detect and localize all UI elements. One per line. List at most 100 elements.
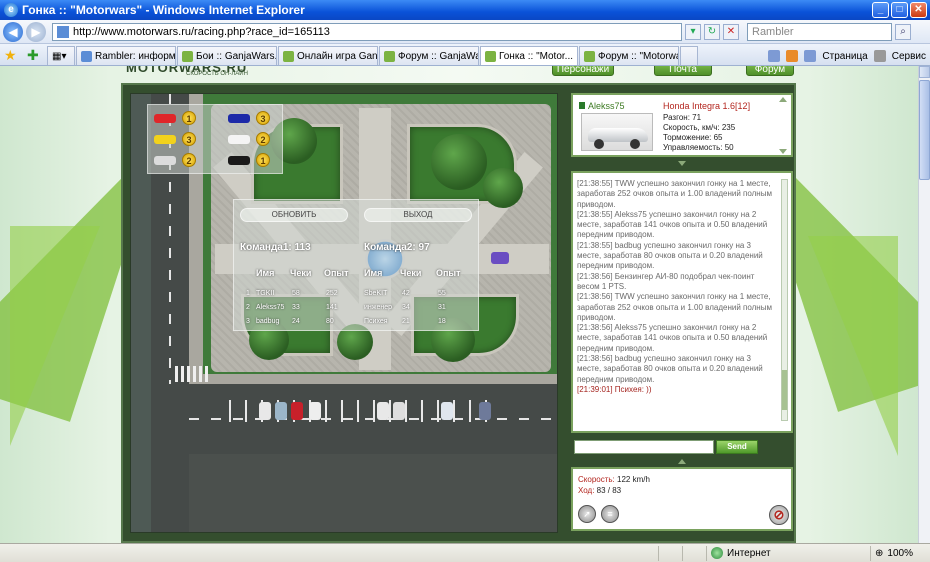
stop-race-icon[interactable]: ⊘ [769, 505, 789, 525]
exit-button[interactable]: ВЫХОД [364, 208, 472, 222]
car-stat-acceleration: Разгон: 71 [663, 113, 702, 122]
send-button[interactable]: Send [716, 440, 758, 454]
collapse-arrow-icon[interactable] [678, 459, 686, 464]
scroll-thumb[interactable] [919, 80, 930, 180]
refresh-icon[interactable]: ↻ [704, 23, 720, 40]
player-name: TGKII [256, 290, 275, 297]
feeds-icon[interactable] [786, 50, 799, 62]
col-header-name: Имя [256, 268, 275, 278]
favorites-star-icon[interactable]: ★ [4, 47, 20, 63]
race-car[interactable] [491, 252, 509, 264]
back-button[interactable]: ◀ [3, 21, 23, 42]
car-model: Honda Integra 1.6[12] [663, 101, 751, 111]
game-frame: 1 3 2 3 2 1 ОБНОВИТЬ ВЫХОД Команда1: 113… [121, 83, 796, 543]
place-medal-icon: 1 [182, 111, 196, 125]
car-stat-braking: Торможение: 65 [663, 133, 723, 142]
minimize-button[interactable]: _ [872, 2, 889, 18]
player-name: badbug [256, 318, 280, 325]
row-number: 2 [246, 304, 250, 311]
decor-leaf [10, 226, 100, 446]
zoom-level: 100% [887, 547, 913, 559]
place-medal-icon: 3 [182, 132, 196, 146]
scroll-up-arrow-icon[interactable] [779, 97, 787, 102]
position-row: 2 [154, 153, 196, 167]
col-header-exp: Опыт [324, 268, 349, 278]
nav-forum[interactable]: Форум [746, 66, 794, 76]
brake-button-icon[interactable]: ≡ [601, 505, 619, 523]
parked-car [259, 402, 271, 420]
car-stat-speed: Скорость, км/ч: 235 [663, 123, 736, 132]
tab-favicon-icon [283, 50, 294, 62]
maximize-button[interactable]: □ [891, 2, 908, 18]
security-zone[interactable]: Интернет [706, 545, 866, 561]
window-titlebar: e Гонка :: "Motorwars" - Windows Interne… [0, 0, 930, 20]
tab-ganja-online[interactable]: Онлайн игра Ganja... [278, 46, 378, 65]
tab-favicon-icon [584, 50, 595, 62]
chat-message: [21:38:55] Alekss75 успешно закончил гон… [577, 209, 768, 240]
security-zone-label: Интернет [727, 547, 771, 559]
car-stat-handling: Управляемость: 50 [663, 143, 734, 152]
scroll-down-arrow-icon[interactable] [779, 149, 787, 154]
status-segment [658, 545, 678, 561]
car-wheel [594, 139, 604, 149]
close-tab-icon[interactable]: x [577, 51, 578, 62]
parked-car [275, 402, 287, 420]
team2-score: Команда2: 97 [364, 242, 430, 253]
position-row: 1 [228, 153, 270, 167]
place-medal-icon: 2 [256, 132, 270, 146]
gear-icon[interactable] [873, 50, 886, 62]
home-icon[interactable] [768, 50, 781, 62]
search-input[interactable]: Rambler [747, 22, 892, 41]
car-icon [154, 155, 176, 165]
nav-mail[interactable]: Почта [654, 66, 712, 76]
scroll-up-button[interactable] [919, 66, 930, 78]
print-icon[interactable] [804, 50, 817, 62]
address-input[interactable]: http://www.motorwars.ru/racing.php?race_… [52, 22, 682, 41]
car-icon [154, 113, 176, 123]
status-segment [682, 545, 702, 561]
globe-icon [711, 547, 723, 559]
decor-leaf [808, 236, 898, 456]
new-tab-button[interactable] [680, 46, 698, 65]
zoom-control[interactable]: ⊕ 100% [870, 545, 930, 561]
car-wheel [630, 139, 640, 149]
player-exp: 55 [438, 290, 446, 297]
collapse-arrow-icon[interactable] [678, 161, 686, 166]
tab-favicon-icon [384, 50, 395, 62]
tab-ganjawars-battles[interactable]: Бои :: GanjaWars.R... [177, 46, 277, 65]
col-header-checks: Чеки [290, 268, 312, 278]
stop-icon[interactable]: ✕ [723, 23, 739, 40]
tab-motorwars-forum[interactable]: Форум :: "Motorwars" [579, 46, 679, 65]
race-sidebar: Alekss75 Honda Integra 1.6[12] Разгон: 7… [571, 93, 793, 533]
add-favorites-icon[interactable]: ✚ [27, 47, 43, 63]
position-row: 2 [228, 132, 270, 146]
tab-ganjawars-forum[interactable]: Форум :: GanjaWars... [379, 46, 479, 65]
chat-input[interactable] [574, 440, 714, 454]
tab-rambler[interactable]: Rambler: информац... [76, 46, 176, 65]
race-map[interactable]: 1 3 2 3 2 1 ОБНОВИТЬ ВЫХОД Команда1: 113… [130, 93, 558, 533]
quick-tabs-button[interactable]: ▦▾ [47, 46, 75, 65]
player-username[interactable]: Alekss75 [579, 101, 625, 111]
page-menu[interactable]: Страница [822, 51, 867, 62]
position-row: 1 [154, 111, 196, 125]
forward-button[interactable]: ▶ [26, 21, 46, 42]
close-window-button[interactable]: ✕ [910, 2, 927, 18]
search-icon[interactable]: ⌕ [895, 23, 911, 40]
chat-scrollbar[interactable] [781, 179, 788, 421]
refresh-button[interactable]: ОБНОВИТЬ [240, 208, 348, 222]
page-scrollbar[interactable] [918, 66, 930, 543]
player-name: Alekss75 [256, 304, 285, 311]
tools-menu[interactable]: Сервис [892, 51, 926, 62]
chat-scroll-thumb[interactable] [782, 370, 787, 410]
parked-car [441, 402, 453, 420]
window-title: Гонка :: "Motorwars" - Windows Internet … [22, 3, 305, 17]
gas-button-icon[interactable]: ➚ [578, 505, 596, 523]
player-checks: 33 [292, 304, 300, 311]
nav-characters[interactable]: Персонажи [552, 66, 614, 76]
team1-score: Команда1: 113 [240, 242, 311, 253]
speed-value: 122 km/h [617, 475, 650, 484]
tab-race[interactable]: Гонка :: "Motor...x [480, 46, 578, 65]
address-toolbar: ◀ ▶ http://www.motorwars.ru/racing.php?r… [0, 20, 930, 44]
parked-car [479, 402, 491, 420]
address-dropdown-button[interactable]: ▾ [685, 23, 701, 40]
